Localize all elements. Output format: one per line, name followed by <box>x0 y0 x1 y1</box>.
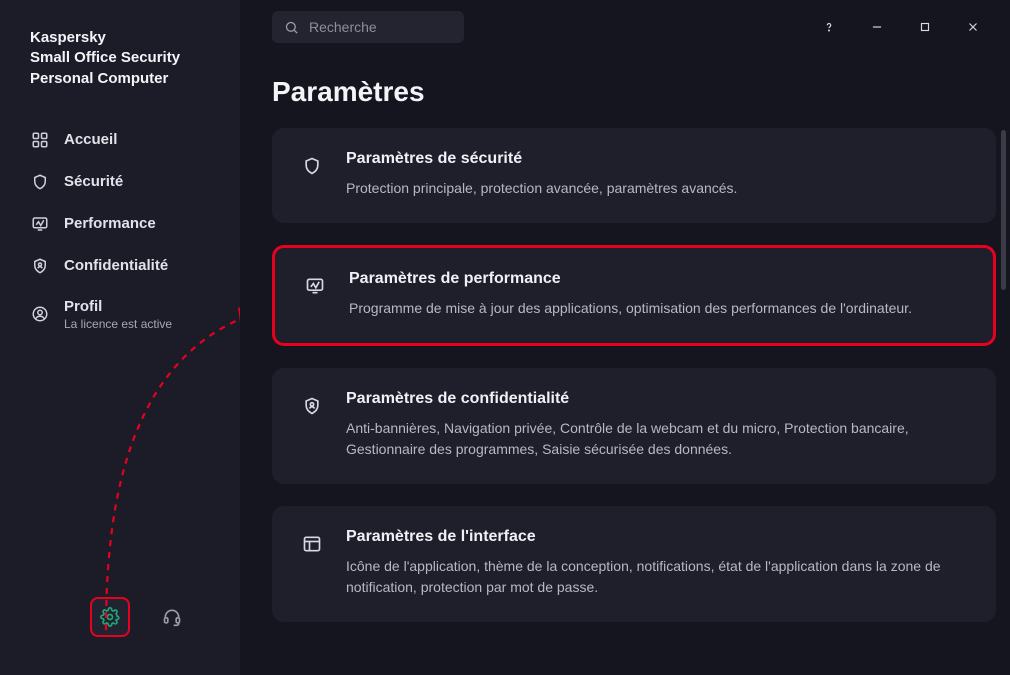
sidebar-item-label: Performance <box>64 215 156 232</box>
brand-line-1: Kaspersky <box>30 28 212 48</box>
card-privacy-settings[interactable]: Paramètres de confidentialité Anti-banni… <box>272 368 996 484</box>
maximize-button[interactable] <box>914 16 936 38</box>
card-title: Paramètres de l'interface <box>346 528 970 546</box>
card-body: Paramètres de l'interface Icône de l'app… <box>346 528 970 598</box>
shield-icon <box>30 172 50 192</box>
card-desc: Icône de l'application, thème de la conc… <box>346 556 970 598</box>
search-placeholder: Recherche <box>309 19 377 35</box>
scrollbar-thumb[interactable] <box>1001 130 1006 290</box>
close-button[interactable] <box>962 16 984 38</box>
brand-block: Kaspersky Small Office Security Personal… <box>0 28 240 111</box>
card-interface-settings[interactable]: Paramètres de l'interface Icône de l'app… <box>272 506 996 622</box>
minimize-icon <box>870 20 884 34</box>
page-title: Paramètres <box>240 44 1010 128</box>
sidebar-item-text-col: Profil La licence est active <box>64 298 172 331</box>
search-input[interactable]: Recherche <box>272 11 464 43</box>
card-body: Paramètres de confidentialité Anti-banni… <box>346 390 970 460</box>
sidebar-bottom <box>0 597 240 655</box>
card-desc: Programme de mise à jour des application… <box>349 298 967 319</box>
sidebar-item-label: Confidentialité <box>64 257 168 274</box>
monitor-speed-icon <box>30 214 50 234</box>
card-security-settings[interactable]: Paramètres de sécurité Protection princi… <box>272 128 996 223</box>
brand-line-3: Personal Computer <box>30 69 212 89</box>
shield-outline-icon <box>298 152 326 180</box>
sidebar-nav: Accueil Sécurité Performance Confidentia… <box>0 111 240 350</box>
brand-line-2: Small Office Security <box>30 48 212 68</box>
person-circle-icon <box>30 304 50 324</box>
close-icon <box>966 20 980 34</box>
content-area: Paramètres de sécurité Protection princi… <box>240 128 1010 675</box>
card-desc: Anti-bannières, Navigation privée, Contr… <box>346 418 970 460</box>
card-performance-settings[interactable]: Paramètres de performance Programme de m… <box>272 245 996 346</box>
shield-person-icon <box>298 392 326 420</box>
settings-button[interactable] <box>90 597 130 637</box>
home-grid-icon <box>30 130 50 150</box>
headset-icon <box>162 607 182 627</box>
card-body: Paramètres de performance Programme de m… <box>349 270 967 319</box>
support-button[interactable] <box>152 597 192 637</box>
sidebar: Kaspersky Small Office Security Personal… <box>0 0 240 675</box>
card-title: Paramètres de performance <box>349 270 967 288</box>
monitor-speed-icon <box>301 272 329 300</box>
shield-person-icon <box>30 256 50 276</box>
sidebar-item-security[interactable]: Sécurité <box>0 161 240 203</box>
window-controls <box>818 16 994 38</box>
sidebar-item-label: Sécurité <box>64 173 123 190</box>
app-window: Kaspersky Small Office Security Personal… <box>0 0 1010 675</box>
card-title: Paramètres de sécurité <box>346 150 970 168</box>
card-title: Paramètres de confidentialité <box>346 390 970 408</box>
search-icon <box>284 20 299 35</box>
card-desc: Protection principale, protection avancé… <box>346 178 970 199</box>
card-body: Paramètres de sécurité Protection princi… <box>346 150 970 199</box>
sidebar-item-privacy[interactable]: Confidentialité <box>0 245 240 287</box>
sidebar-item-profile[interactable]: Profil La licence est active <box>0 287 240 342</box>
maximize-icon <box>918 20 932 34</box>
main-area: Recherche Paramètres <box>240 0 1010 675</box>
sidebar-item-home[interactable]: Accueil <box>0 119 240 161</box>
layout-browser-icon <box>298 530 326 558</box>
sidebar-item-performance[interactable]: Performance <box>0 203 240 245</box>
gear-icon <box>100 607 120 627</box>
topbar: Recherche <box>240 0 1010 44</box>
minimize-button[interactable] <box>866 16 888 38</box>
sidebar-item-label: Profil <box>64 298 172 315</box>
sidebar-item-sublabel: La licence est active <box>64 317 172 331</box>
help-button[interactable] <box>818 16 840 38</box>
help-icon <box>822 20 836 34</box>
sidebar-item-label: Accueil <box>64 131 117 148</box>
